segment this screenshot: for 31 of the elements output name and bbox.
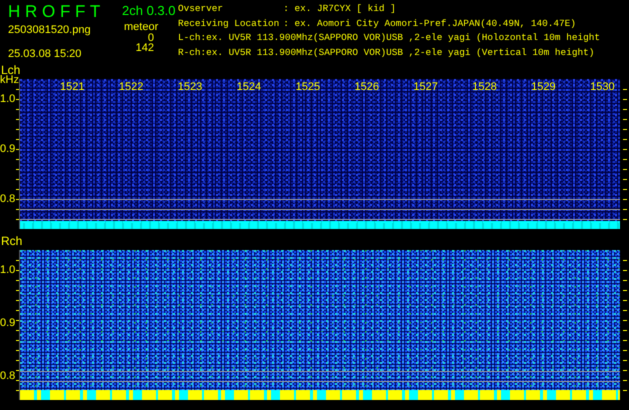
y-axis-label: 1.0 [0, 264, 16, 276]
time-label: 1530 [590, 81, 615, 93]
file-name: 2503081520.png [7, 23, 92, 36]
channel-label: Rch [0, 233, 24, 250]
version-label: 2ch 0.3.0 [122, 2, 176, 20]
info-line: R-ch:ex. UV5R 113.900Mhz(SAPPORO VOR)USB ,2-ele yagi (Vertical 10m height) [178, 48, 596, 60]
y-axis-label: 1.0 [0, 93, 16, 105]
y-axis-label: 0.8 [0, 370, 16, 382]
count-value: 142 [134, 43, 155, 53]
time-label: 1523 [178, 81, 202, 93]
mode-label: meteor [123, 20, 160, 33]
unit-label: kHz [0, 74, 19, 86]
date-time: 25.03.08 15:20 [7, 47, 82, 60]
info-label: Ovserver [178, 4, 224, 16]
time-label: 1524 [236, 81, 262, 93]
app-title: H R O F F T [7, 1, 102, 21]
time-label: 1529 [531, 81, 556, 93]
y-axis-label: 0.8 [0, 193, 16, 205]
y-axis-label: 0.9 [0, 317, 16, 329]
count-value: 0 [148, 33, 155, 43]
info-value: : ex. JR7CYX [ kid ] [283, 4, 397, 16]
time-label: 1525 [296, 81, 320, 93]
time-label: 1526 [354, 81, 379, 93]
info-line: L-ch:ex. UV5R 113.900Mhz(SAPPORO VOR)USB ,2-ele yagi (Holozontal 10m height [178, 33, 601, 45]
time-label: 1521 [60, 81, 84, 93]
time-label: 1528 [472, 81, 497, 93]
time-label: 1522 [118, 81, 144, 93]
time-label: 1527 [413, 81, 438, 93]
info-value: : ex. Aomori City Aomori-Pref.JAPAN(40.49N, 140.47E) [283, 18, 577, 30]
info-label: Receiving Location [178, 18, 280, 30]
y-axis-label: 0.9 [0, 143, 16, 155]
